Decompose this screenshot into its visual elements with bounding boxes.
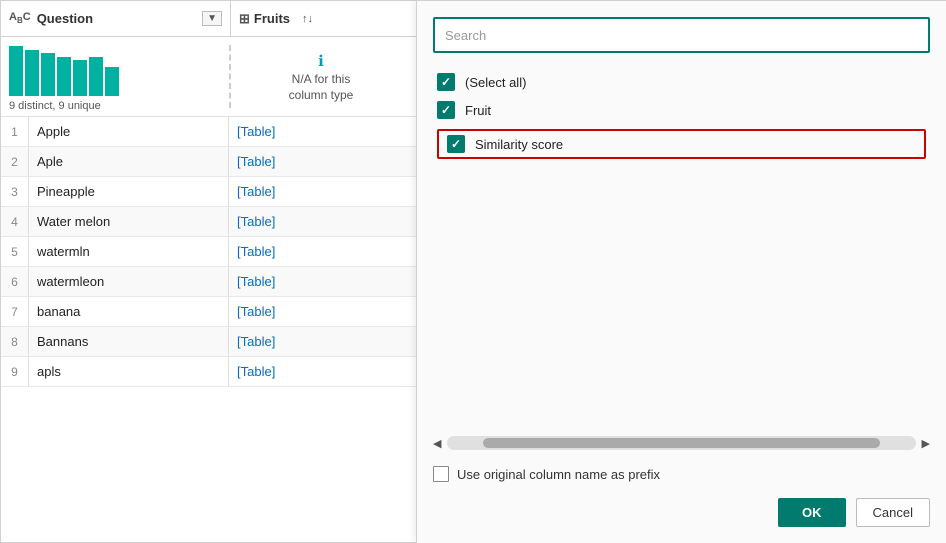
na-text-line2: column type xyxy=(289,88,354,102)
row-number: 6 xyxy=(1,267,29,296)
chart-area: 9 distinct, 9 unique ℹ N/A for this colu… xyxy=(1,37,419,117)
checkbox-list: ✓ (Select all) ✓ Fruit ✓ Similarity scor… xyxy=(433,65,930,420)
table-header: ABC Question ▼ ⊞ Fruits ↑↓ xyxy=(1,1,419,37)
bar xyxy=(89,57,103,96)
row-fruits[interactable]: [Table] xyxy=(229,117,419,146)
table-row[interactable]: 6watermleon[Table] xyxy=(1,267,419,297)
row-fruits[interactable]: [Table] xyxy=(229,237,419,266)
bar xyxy=(41,53,55,96)
dialog-panel: ✓ (Select all) ✓ Fruit ✓ Similarity scor… xyxy=(416,0,946,543)
table-row[interactable]: 3Pineapple[Table] xyxy=(1,177,419,207)
search-input-wrapper xyxy=(433,17,930,53)
search-input[interactable] xyxy=(433,17,930,53)
row-number: 4 xyxy=(1,207,29,236)
sort-icon[interactable]: ↑↓ xyxy=(302,13,313,25)
button-row: OK Cancel xyxy=(433,498,930,527)
row-number: 1 xyxy=(1,117,29,146)
row-number: 2 xyxy=(1,147,29,176)
row-fruits[interactable]: [Table] xyxy=(229,207,419,236)
col-header-question: ABC Question ▼ xyxy=(1,1,231,36)
checkbox-label-fruit: Fruit xyxy=(465,103,491,118)
row-number: 7 xyxy=(1,297,29,326)
table-row[interactable]: 1Apple[Table] xyxy=(1,117,419,147)
checkbox-fruit[interactable]: ✓ xyxy=(437,101,455,119)
grid-icon: ⊞ xyxy=(239,11,250,27)
bar xyxy=(57,57,71,96)
checkbox-label-similarity: Similarity score xyxy=(475,137,563,152)
checkbox-item-select-all[interactable]: ✓ (Select all) xyxy=(437,73,926,91)
na-section: ℹ N/A for this column type xyxy=(229,45,411,108)
table-row[interactable]: 9apls[Table] xyxy=(1,357,419,387)
bar xyxy=(105,67,119,96)
row-question: Aple xyxy=(29,147,229,176)
info-icon: ℹ xyxy=(318,52,324,70)
row-number: 3 xyxy=(1,177,29,206)
table-row[interactable]: 5watermln[Table] xyxy=(1,237,419,267)
row-question: Pineapple xyxy=(29,177,229,206)
scroll-right-arrow[interactable]: ▶ xyxy=(922,437,930,450)
row-question: Apple xyxy=(29,117,229,146)
bars-section: 9 distinct, 9 unique xyxy=(1,37,221,116)
chart-label: 9 distinct, 9 unique xyxy=(9,96,213,112)
row-question: watermleon xyxy=(29,267,229,296)
na-text-line1: N/A for this xyxy=(292,72,351,86)
row-question: banana xyxy=(29,297,229,326)
table-rows: 1Apple[Table]2Aple[Table]3Pineapple[Tabl… xyxy=(1,117,419,542)
table-row[interactable]: 2Aple[Table] xyxy=(1,147,419,177)
col-question-label: Question xyxy=(37,11,93,26)
dropdown-icon[interactable]: ▼ xyxy=(202,11,222,26)
checkbox-label-select-all: (Select all) xyxy=(465,75,526,90)
row-fruits[interactable]: [Table] xyxy=(229,327,419,356)
bar xyxy=(9,46,23,96)
bars-row xyxy=(9,41,213,96)
prefix-checkbox[interactable] xyxy=(433,466,449,482)
ok-button[interactable]: OK xyxy=(778,498,846,527)
row-number: 5 xyxy=(1,237,29,266)
row-fruits[interactable]: [Table] xyxy=(229,297,419,326)
row-question: apls xyxy=(29,357,229,386)
scroll-row: ◀ ▶ xyxy=(433,432,930,454)
table-row[interactable]: 4Water melon[Table] xyxy=(1,207,419,237)
row-question: Bannans xyxy=(29,327,229,356)
bar xyxy=(25,50,39,96)
bar xyxy=(73,60,87,96)
prefix-row[interactable]: Use original column name as prefix xyxy=(433,466,930,482)
scroll-track[interactable] xyxy=(447,436,915,450)
col-header-fruits: ⊞ Fruits ↑↓ xyxy=(231,1,419,36)
table-panel: ABC Question ▼ ⊞ Fruits ↑↓ 9 distinct, 9… xyxy=(0,0,420,543)
scroll-thumb xyxy=(483,438,881,448)
table-row[interactable]: 7banana[Table] xyxy=(1,297,419,327)
col-fruits-label: Fruits xyxy=(254,11,290,26)
row-fruits[interactable]: [Table] xyxy=(229,357,419,386)
checkbox-similarity[interactable]: ✓ xyxy=(447,135,465,153)
abc-icon: ABC xyxy=(9,11,31,25)
checkbox-item-similarity[interactable]: ✓ Similarity score xyxy=(437,129,926,159)
row-fruits[interactable]: [Table] xyxy=(229,177,419,206)
row-fruits[interactable]: [Table] xyxy=(229,147,419,176)
scroll-left-arrow[interactable]: ◀ xyxy=(433,437,441,450)
checkbox-item-fruit[interactable]: ✓ Fruit xyxy=(437,101,926,119)
row-number: 9 xyxy=(1,357,29,386)
row-number: 8 xyxy=(1,327,29,356)
row-fruits[interactable]: [Table] xyxy=(229,267,419,296)
checkbox-select-all[interactable]: ✓ xyxy=(437,73,455,91)
row-question: Water melon xyxy=(29,207,229,236)
prefix-label: Use original column name as prefix xyxy=(457,467,660,482)
row-question: watermln xyxy=(29,237,229,266)
table-row[interactable]: 8Bannans[Table] xyxy=(1,327,419,357)
cancel-button[interactable]: Cancel xyxy=(856,498,930,527)
